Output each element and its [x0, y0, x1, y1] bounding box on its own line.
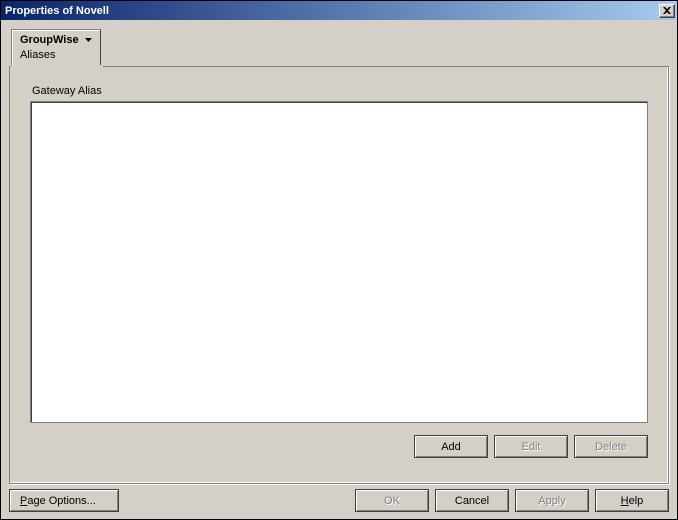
- tab-label: GroupWise: [20, 33, 79, 47]
- page-options-button[interactable]: Page Options...: [9, 489, 119, 512]
- dialog-body: GroupWise Aliases Gateway Alias Add Edit…: [1, 20, 677, 519]
- tab-cover: [11, 65, 103, 68]
- gateway-alias-label: Gateway Alias: [32, 85, 648, 97]
- close-icon: [663, 7, 671, 14]
- help-button[interactable]: Help: [595, 489, 669, 512]
- apply-button: Apply: [515, 489, 589, 512]
- dialog-window: Properties of Novell GroupWise Aliases G…: [0, 0, 678, 520]
- panel-button-row: Add Edit Delete: [30, 435, 648, 458]
- main-panel: Gateway Alias Add Edit Delete: [9, 66, 669, 484]
- tab-strip: GroupWise Aliases: [11, 29, 101, 67]
- tab-sublabel: Aliases: [20, 48, 94, 62]
- dialog-footer: Page Options... OK Cancel Apply Help: [9, 489, 669, 512]
- chevron-down-icon: [85, 38, 92, 42]
- cancel-button[interactable]: Cancel: [435, 489, 509, 512]
- gateway-alias-listbox[interactable]: [30, 101, 648, 423]
- delete-button: Delete: [574, 435, 648, 458]
- close-button[interactable]: [659, 4, 675, 18]
- window-title: Properties of Novell: [5, 5, 659, 17]
- edit-button: Edit: [494, 435, 568, 458]
- tab-groupwise[interactable]: GroupWise Aliases: [11, 29, 101, 67]
- ok-button: OK: [355, 489, 429, 512]
- add-button[interactable]: Add: [414, 435, 488, 458]
- title-bar: Properties of Novell: [1, 1, 677, 20]
